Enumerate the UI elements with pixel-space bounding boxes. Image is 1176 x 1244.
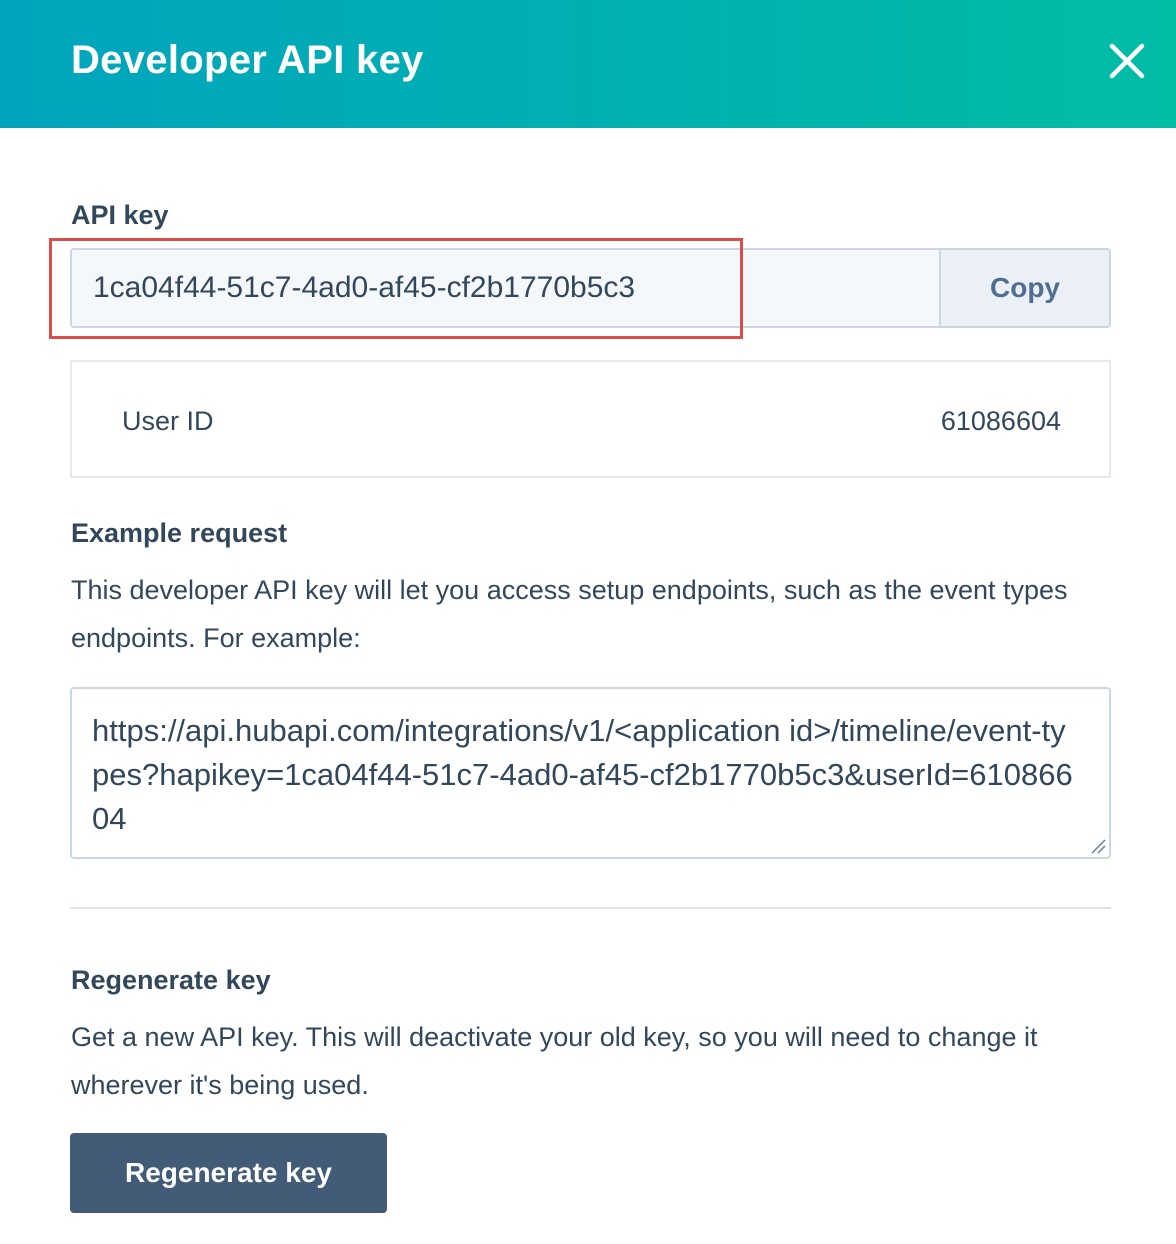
resize-handle-icon[interactable] — [1090, 838, 1106, 854]
close-icon — [1109, 43, 1145, 79]
regenerate-key-heading: Regenerate key — [71, 965, 271, 995]
api-key-field-group: Copy — [70, 248, 1111, 328]
user-id-label: User ID — [122, 406, 214, 436]
api-key-label: API key — [71, 200, 169, 230]
example-request-text: https://api.hubapi.com/integrations/v1/<… — [92, 713, 1073, 836]
dialog-title: Developer API key — [71, 38, 424, 82]
api-key-input[interactable] — [72, 250, 939, 326]
user-id-row: User ID 61086604 — [70, 360, 1111, 478]
regenerate-key-button[interactable]: Regenerate key — [70, 1133, 387, 1213]
section-divider — [70, 907, 1111, 909]
user-id-value: 61086604 — [940, 406, 1061, 436]
dialog-header: Developer API key — [0, 0, 1176, 128]
example-request-description: This developer API key will let you acce… — [71, 575, 1068, 653]
example-request-textarea[interactable]: https://api.hubapi.com/integrations/v1/<… — [70, 687, 1111, 859]
regenerate-key-description: Get a new API key. This will deactivate … — [71, 1022, 1038, 1100]
copy-button[interactable]: Copy — [939, 250, 1109, 326]
close-button[interactable] — [1104, 38, 1150, 84]
example-request-heading: Example request — [71, 518, 288, 548]
